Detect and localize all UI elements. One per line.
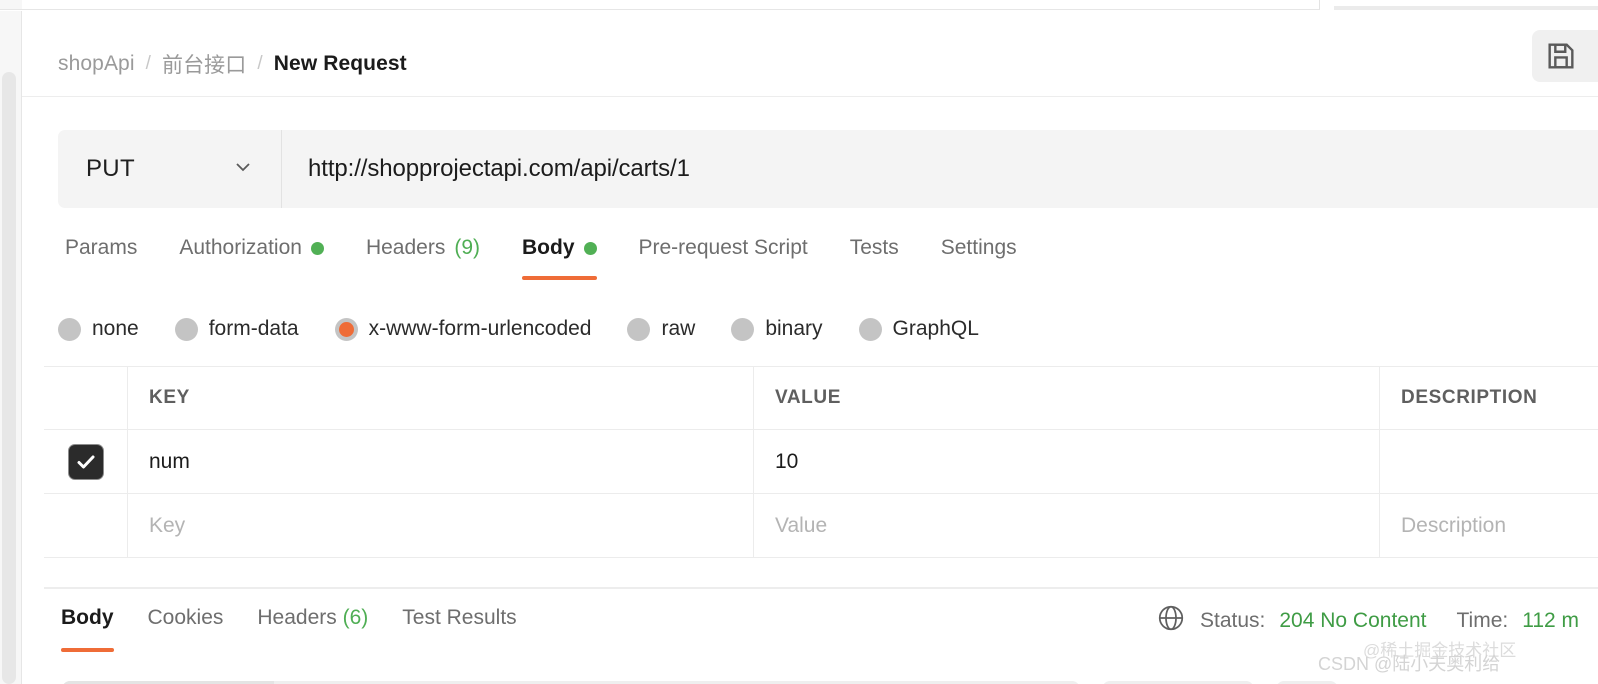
column-header-key: KEY — [149, 387, 190, 409]
new-value-input[interactable]: Value — [775, 514, 827, 538]
body-type-urlencoded[interactable]: x-www-form-urlencoded — [335, 317, 592, 341]
radio-raw-icon[interactable] — [627, 318, 650, 341]
breadcrumb-separator-1: / — [146, 53, 151, 75]
response-tab-body[interactable]: Body — [44, 596, 131, 654]
body-type-binary-label: binary — [765, 317, 822, 341]
body-type-raw[interactable]: raw — [627, 317, 695, 341]
column-header-description: DESCRIPTION — [1401, 387, 1537, 409]
body-type-none[interactable]: none — [58, 317, 139, 341]
response-tab-test-results[interactable]: Test Results — [385, 596, 533, 654]
time-label: Time: — [1456, 609, 1508, 633]
new-description-input[interactable]: Description — [1401, 514, 1506, 538]
radio-binary-icon[interactable] — [731, 318, 754, 341]
breadcrumb-folder[interactable]: 前台接口 — [162, 49, 246, 79]
tab-body-active-indicator — [522, 276, 597, 280]
method-label: PUT — [86, 155, 135, 183]
breadcrumb: shopApi / 前台接口 / New Request — [58, 49, 407, 79]
breadcrumb-bar: shopApi / 前台接口 / New Request — [22, 11, 1598, 97]
radio-form-data-icon[interactable] — [175, 318, 198, 341]
tab-params[interactable]: Params — [44, 228, 158, 290]
response-tab-headers[interactable]: Headers (6) — [240, 596, 385, 654]
tab-headers-label: Headers — [366, 236, 445, 260]
breadcrumb-collection[interactable]: shopApi — [58, 52, 135, 76]
tab-settings[interactable]: Settings — [920, 228, 1038, 290]
response-tab-body-label: Body — [61, 606, 114, 629]
tab-body[interactable]: Body — [501, 228, 618, 290]
row-enable-cell — [44, 430, 128, 493]
tab-tests[interactable]: Tests — [829, 228, 920, 290]
response-status-bar: Status: 204 No Content Time: 112 m — [1156, 603, 1579, 638]
response-tabs: Body Cookies Headers (6) Test Results — [44, 596, 534, 654]
table-header-row: KEY VALUE DESCRIPTION — [44, 366, 1598, 430]
tab-authorization-label: Authorization — [179, 236, 302, 260]
active-request-tab-sliver[interactable] — [22, 0, 1320, 10]
params-table: KEY VALUE DESCRIPTION num 10 — [44, 366, 1598, 558]
body-status-dot-icon — [584, 242, 597, 255]
check-icon — [74, 450, 98, 474]
tab-strip-right-sliver — [1334, 6, 1598, 10]
tab-authorization[interactable]: Authorization — [158, 228, 345, 290]
tab-settings-label: Settings — [941, 236, 1017, 260]
tab-strip-sliver — [0, 0, 1598, 11]
body-type-urlencoded-label: x-www-form-urlencoded — [369, 317, 592, 341]
method-selector[interactable]: PUT — [58, 130, 282, 208]
tab-body-label: Body — [522, 236, 575, 260]
vertical-scrollbar[interactable] — [2, 72, 16, 684]
radio-urlencoded-icon[interactable] — [335, 318, 358, 341]
response-tab-cookies[interactable]: Cookies — [131, 596, 241, 654]
body-type-form-data-label: form-data — [209, 317, 299, 341]
body-type-binary[interactable]: binary — [731, 317, 822, 341]
breadcrumb-current: New Request — [274, 52, 407, 76]
url-bar: PUT http://shopprojectapi.com/api/carts/… — [58, 130, 1598, 208]
postman-request-window: shopApi / 前台接口 / New Request PUT — [0, 0, 1598, 684]
tab-tests-label: Tests — [850, 236, 899, 260]
globe-icon[interactable] — [1156, 603, 1186, 638]
row-key[interactable]: num — [149, 450, 190, 474]
radio-graphql-icon[interactable] — [859, 318, 882, 341]
response-tab-cookies-label: Cookies — [148, 606, 224, 629]
column-header-value: VALUE — [775, 387, 841, 409]
body-type-graphql[interactable]: GraphQL — [859, 317, 979, 341]
tab-pre-request-script[interactable]: Pre-request Script — [618, 228, 829, 290]
tab-headers-count: (9) — [454, 236, 480, 260]
url-input[interactable]: http://shopprojectapi.com/api/carts/1 — [282, 130, 1598, 208]
response-tab-headers-label: Headers — [257, 606, 336, 629]
response-tab-headers-count: (6) — [343, 606, 369, 629]
body-type-options: none form-data x-www-form-urlencoded raw… — [58, 308, 1015, 350]
tab-params-label: Params — [65, 236, 137, 260]
response-tab-body-active-indicator — [61, 648, 114, 652]
row-checkbox[interactable] — [68, 444, 104, 480]
authorization-status-dot-icon — [311, 242, 324, 255]
tab-strip-left-edge — [0, 0, 22, 10]
body-type-graphql-label: GraphQL — [893, 317, 979, 341]
request-tabs: Params Authorization Headers (9) Body — [44, 228, 1038, 290]
time-value: 112 m — [1522, 609, 1579, 633]
tab-headers[interactable]: Headers (9) — [345, 228, 501, 290]
save-icon — [1544, 39, 1578, 73]
new-key-input[interactable]: Key — [149, 514, 185, 538]
table-row[interactable]: num 10 — [44, 430, 1598, 494]
row-enable-cell-empty — [44, 494, 128, 557]
status-badge: 204 No Content — [1279, 609, 1426, 633]
row-value[interactable]: 10 — [775, 450, 798, 474]
request-content: shopApi / 前台接口 / New Request PUT — [22, 11, 1598, 684]
breadcrumb-separator-2: / — [257, 53, 262, 75]
body-type-raw-label: raw — [661, 317, 695, 341]
response-divider — [44, 587, 1598, 589]
save-button[interactable] — [1532, 30, 1598, 82]
tab-pre-request-script-label: Pre-request Script — [639, 236, 808, 260]
radio-none-icon[interactable] — [58, 318, 81, 341]
response-tab-test-results-label: Test Results — [402, 606, 516, 629]
chevron-down-icon — [231, 155, 255, 184]
status-label: Status: — [1200, 609, 1265, 633]
table-row-empty[interactable]: Key Value Description — [44, 494, 1598, 558]
body-type-none-label: none — [92, 317, 139, 341]
table-header-checkbox-cell — [44, 366, 128, 429]
body-type-form-data[interactable]: form-data — [175, 317, 299, 341]
